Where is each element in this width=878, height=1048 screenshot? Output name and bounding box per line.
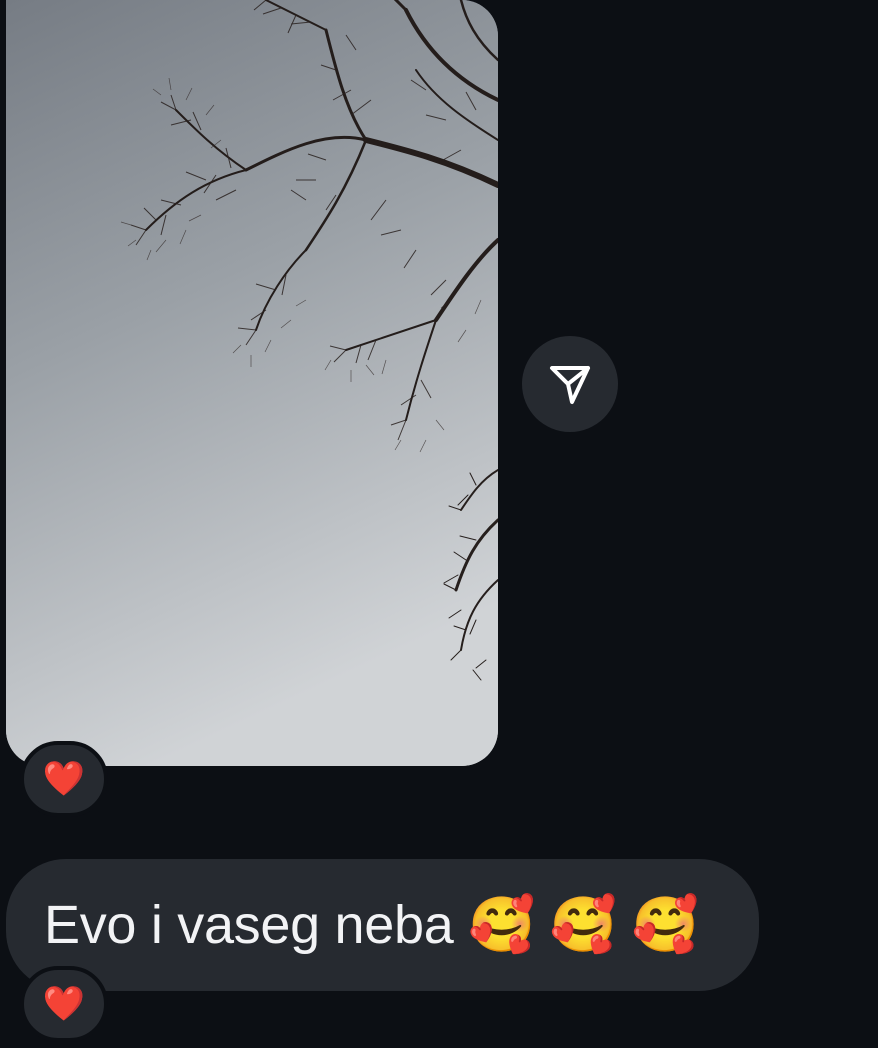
share-icon <box>550 366 590 404</box>
sky-trees-photo <box>6 0 498 766</box>
text-message[interactable]: Evo i vaseg neba 🥰 🥰 🥰 <box>6 859 759 991</box>
photo-message[interactable] <box>6 0 498 766</box>
heart-reaction-icon: ❤️ <box>42 760 86 798</box>
message-text: Evo i vaseg neba 🥰 🥰 🥰 <box>44 894 699 955</box>
chat-thread: ❤️ Evo i vaseg neba 🥰 🥰 🥰 ❤️ <box>0 0 878 1048</box>
reaction-badge[interactable]: ❤️ <box>20 966 108 1042</box>
share-button[interactable] <box>522 336 618 432</box>
reaction-badge[interactable]: ❤️ <box>20 741 108 817</box>
heart-reaction-icon: ❤️ <box>42 985 86 1023</box>
